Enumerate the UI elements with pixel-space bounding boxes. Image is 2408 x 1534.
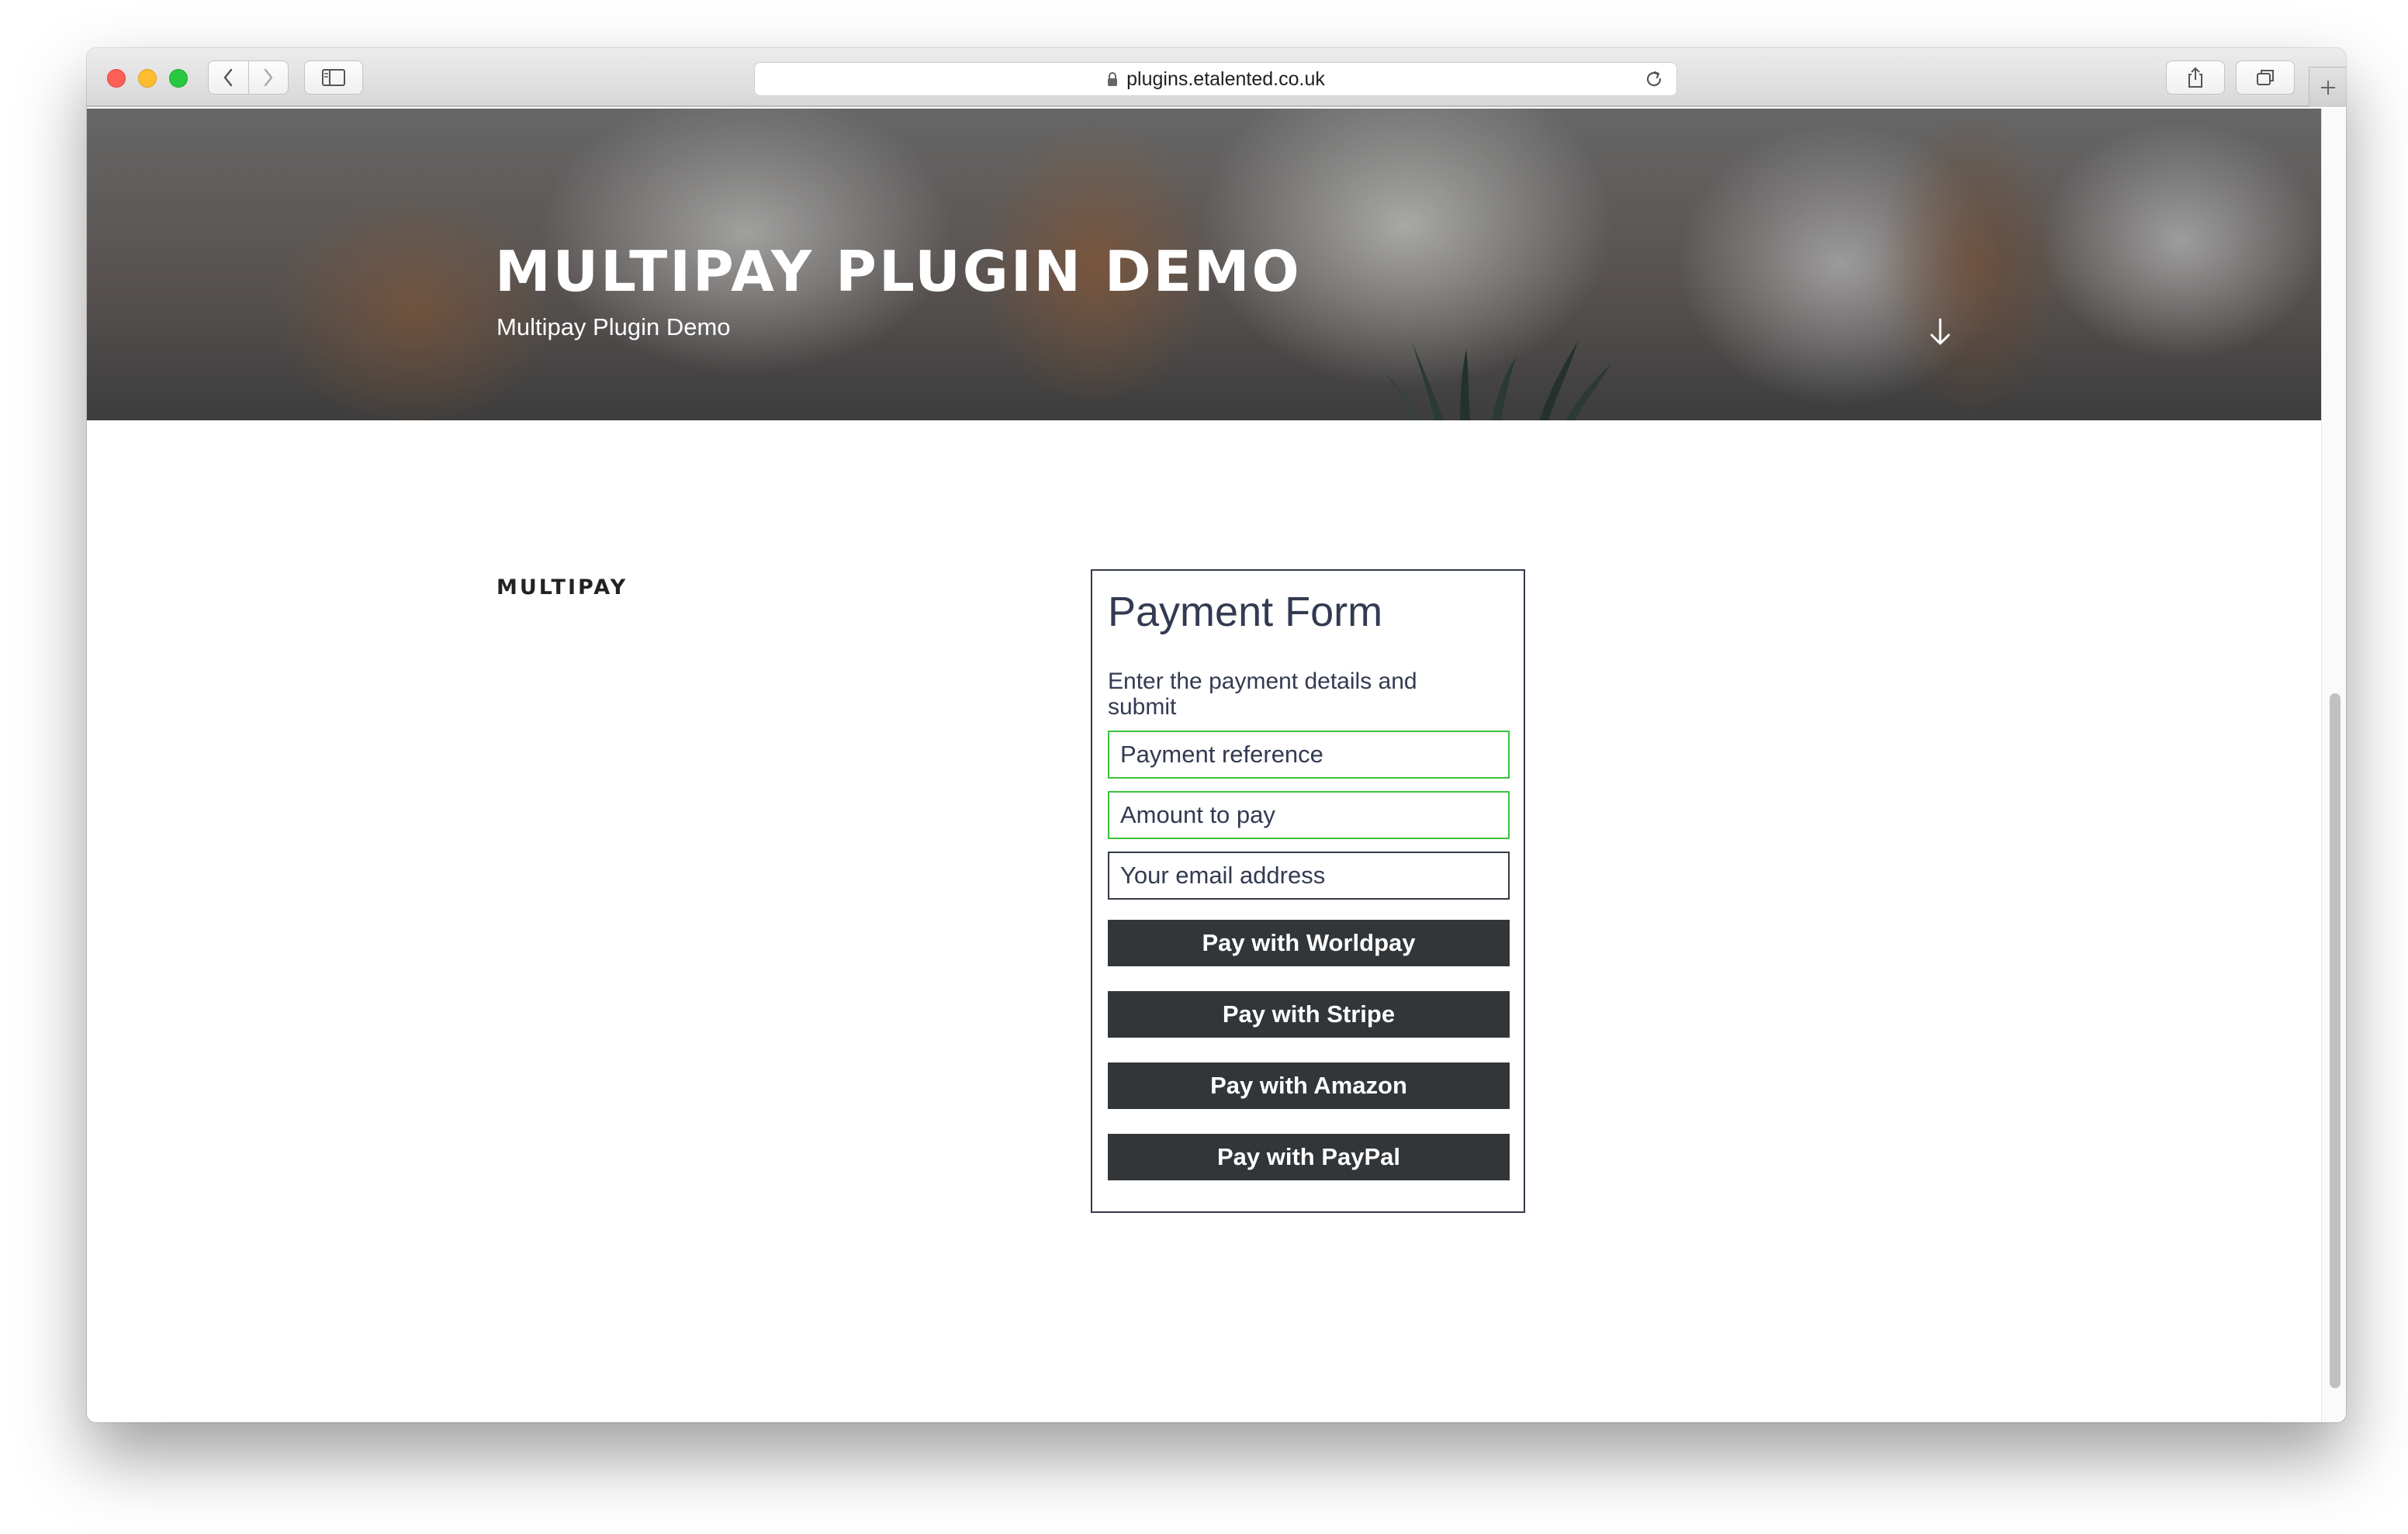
minimize-icon[interactable] [138,69,157,88]
sidebar-icon [322,69,345,86]
form-description: Enter the payment details and submit [1108,669,1417,720]
lock-icon [1108,72,1118,86]
close-icon[interactable] [107,69,126,88]
pay-stripe-button[interactable]: Pay with Stripe [1108,991,1510,1038]
pay-amazon-button[interactable]: Pay with Amazon [1108,1062,1510,1109]
form-heading: Payment Form [1108,589,1383,635]
browser-window: plugins.etalented.co.uk MULTIPAY PLUGIN … [87,48,2346,1422]
plus-icon [2320,80,2335,95]
site-tagline: Multipay Plugin Demo [496,313,731,340]
desktop: plugins.etalented.co.uk MULTIPAY PLUGIN … [0,0,2408,1534]
arrow-down-icon[interactable] [1929,316,1952,347]
forward-icon [264,68,272,87]
site-title[interactable]: MULTIPAY PLUGIN DEMO [495,239,1302,304]
share-button[interactable] [2166,60,2225,95]
history-nav [208,60,289,95]
url-text: plugins.etalented.co.uk [1126,67,1325,90]
reload-icon[interactable] [1644,69,1664,89]
browser-toolbar: plugins.etalented.co.uk [87,48,2346,107]
tabs-overview-button[interactable] [2236,60,2295,95]
new-tab-button[interactable] [2309,67,2346,107]
forward-button[interactable] [247,61,289,94]
pay-worldpay-button[interactable]: Pay with Worldpay [1108,920,1510,966]
back-button[interactable] [209,61,248,94]
tabs-icon [2257,70,2274,85]
scrollbar-thumb[interactable] [2330,693,2341,1388]
amount-input[interactable] [1108,791,1510,839]
page-viewport: MULTIPAY PLUGIN DEMO Multipay Plugin Dem… [87,109,2346,1422]
vertical-scrollbar[interactable] [2321,109,2346,1422]
plant-image [1386,341,1611,420]
payment-reference-input[interactable] [1108,731,1510,779]
address-bar[interactable]: plugins.etalented.co.uk [754,62,1677,96]
pay-paypal-button[interactable]: Pay with PayPal [1108,1134,1510,1180]
share-icon [2188,67,2202,88]
payment-form: Payment Form Enter the payment details a… [1091,569,1525,1213]
zoom-icon[interactable] [169,69,188,88]
sidebar-button[interactable] [304,60,363,95]
hero-banner: MULTIPAY PLUGIN DEMO Multipay Plugin Dem… [87,109,2321,420]
back-icon [224,68,233,87]
page-title: MULTIPAY [496,575,628,599]
email-input[interactable] [1108,852,1510,900]
